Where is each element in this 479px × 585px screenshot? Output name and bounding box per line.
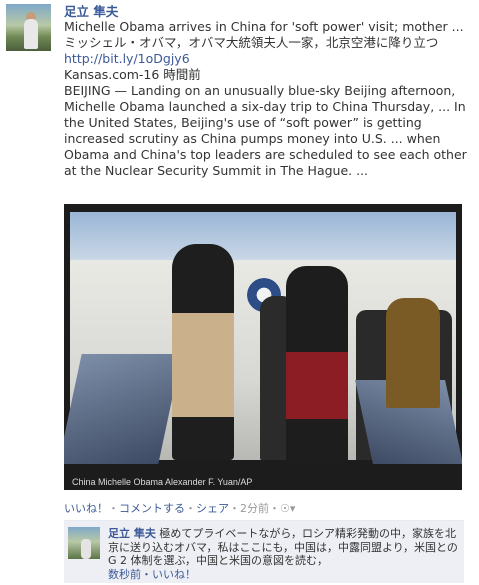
news-photo[interactable]: China Michelle Obama Alexander F. Yuan/A…: [64, 204, 462, 490]
comment-text: 極めてプライベートながら，ロシア精彩発動の中，家族を北京に送り込むオバマ，私はこ…: [108, 527, 458, 567]
commenter-avatar[interactable]: [68, 527, 100, 559]
commenter-name[interactable]: 足立 隼夫: [108, 527, 156, 540]
post-body: 足立 隼夫 Michelle Obama arrives in China fo…: [64, 4, 474, 179]
post-headline: Michelle Obama arrives in China for 'sof…: [64, 19, 464, 34]
post-summary: BEIJING — Landing on an unusually blue-s…: [64, 83, 467, 178]
comment-item: 足立 隼夫 極めてプライベートながら，ロシア精彩発動の中，家族を北京に送り込むオ…: [64, 520, 464, 583]
post-author-name[interactable]: 足立 隼夫: [64, 4, 474, 19]
post-source: Kansas.com-16 時間前: [64, 67, 201, 82]
share-link[interactable]: シェア: [196, 502, 229, 515]
like-link[interactable]: いいね！: [64, 502, 108, 515]
photo-caption: China Michelle Obama Alexander F. Yuan/A…: [72, 477, 253, 487]
post-jp-title: ミッシェル・オバマ，オバマ大統領夫人一家，北京空港に降り立つ: [64, 35, 439, 50]
comment-link[interactable]: コメントする: [119, 502, 185, 515]
comment-meta[interactable]: 数秒前・いいね！: [108, 568, 196, 581]
author-avatar[interactable]: [6, 4, 51, 51]
post-time[interactable]: 2分前: [240, 502, 269, 515]
post-actions: いいね！・コメントする・シェア・2分前・☉▾: [64, 502, 296, 515]
privacy-globe-icon[interactable]: ☉▾: [280, 502, 295, 515]
post-link[interactable]: http://bit.ly/1oDgjy6: [64, 51, 474, 67]
